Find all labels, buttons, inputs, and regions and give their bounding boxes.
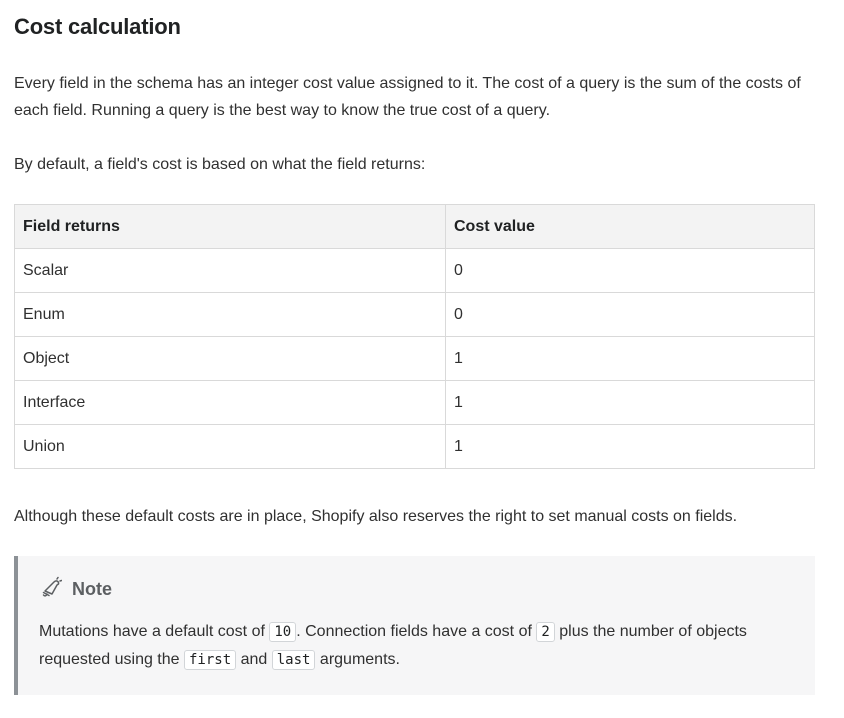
cost-table: Field returns Cost value Scalar 0 Enum 0… — [14, 204, 815, 469]
table-row: Enum 0 — [14, 292, 815, 337]
bell-icon — [40, 576, 63, 603]
cell-field-type: Interface — [14, 380, 446, 425]
table-header-row: Field returns Cost value — [14, 204, 815, 249]
cell-cost: 0 — [445, 292, 815, 337]
code-mutation-cost: 10 — [269, 622, 297, 642]
cell-cost: 0 — [445, 248, 815, 293]
code-connection-cost: 2 — [536, 622, 555, 642]
cell-field-type: Union — [14, 424, 446, 469]
cell-field-type: Object — [14, 336, 446, 381]
default-cost-paragraph: By default, a field's cost is based on w… — [14, 156, 426, 173]
cell-field-type: Enum — [14, 292, 446, 337]
note-callout: Note Mutations have a default cost of 10… — [14, 556, 815, 695]
table-row: Interface 1 — [14, 380, 815, 425]
intro-paragraph: Every field in the schema has an integer… — [14, 75, 801, 119]
manual-cost-paragraph: Although these default costs are in plac… — [14, 508, 738, 525]
table-row: Scalar 0 — [14, 248, 815, 293]
section-heading: Cost calculation — [14, 14, 181, 39]
header-field-returns: Field returns — [14, 204, 446, 249]
cell-cost: 1 — [445, 336, 815, 381]
code-last-argument: last — [271, 650, 316, 670]
header-cost-value: Cost value — [445, 204, 815, 249]
cell-cost: 1 — [445, 380, 815, 425]
table-row: Union 1 — [14, 424, 815, 469]
table-row: Object 1 — [14, 336, 815, 381]
cell-field-type: Scalar — [14, 248, 446, 293]
code-first-argument: first — [184, 650, 237, 670]
note-body: Mutations have a default cost of 10. Con… — [39, 618, 799, 674]
note-text-5: arguments. — [315, 651, 400, 668]
note-text-4: and — [236, 651, 272, 668]
note-text-1: Mutations have a default cost of — [39, 623, 270, 640]
note-title: Note — [72, 579, 112, 599]
note-text-2: . Connection fields have a cost of — [296, 623, 537, 640]
note-header: Note — [40, 576, 112, 603]
cell-cost: 1 — [445, 424, 815, 469]
